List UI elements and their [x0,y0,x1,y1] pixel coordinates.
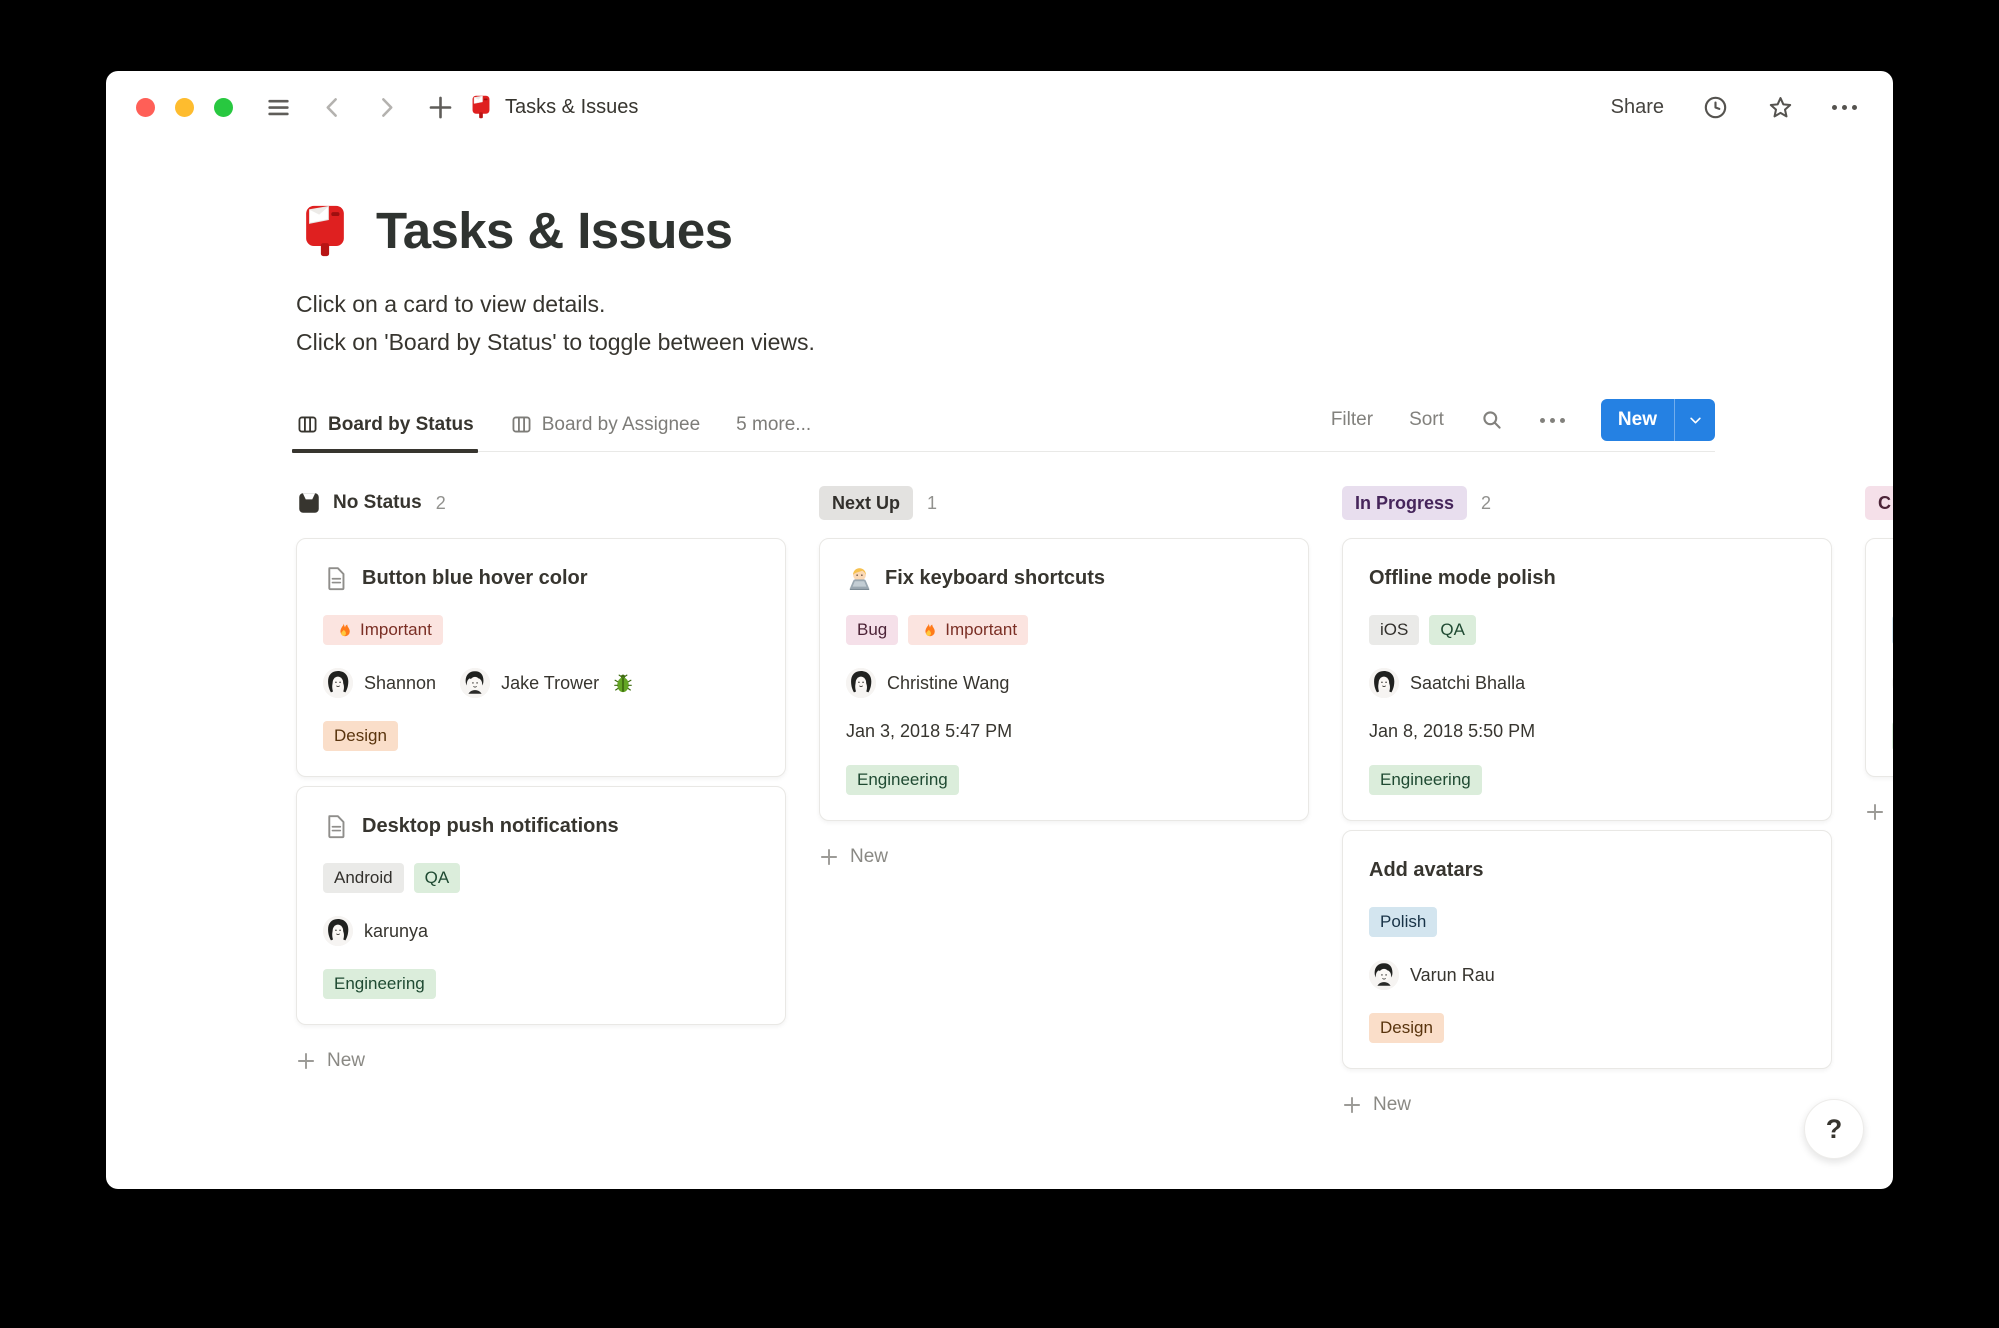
search-icon[interactable] [1480,408,1504,432]
page-icon [323,565,350,592]
tag-important[interactable]: Important [323,615,443,645]
more-options-icon[interactable] [1832,104,1857,110]
assignee[interactable]: Jake Trower [460,668,634,698]
no-status-icon [296,490,322,516]
board-icon [296,413,319,436]
tag-ios[interactable]: iOS [1369,615,1420,645]
column-count: 1 [927,492,938,513]
traffic-lights [136,97,233,117]
share-button[interactable]: Share [1611,96,1664,119]
task-card[interactable]: Add avatars Polish Varun Rau Design [1342,830,1832,1069]
column-header[interactable]: No Status 2 [296,485,786,521]
notion-window: Tasks & Issues Share Tasks & Issues Clic… [106,71,1893,1189]
sort-button[interactable]: Sort [1409,409,1444,431]
window-zoom-button[interactable] [214,97,233,117]
postbox-icon[interactable] [296,202,354,260]
task-card[interactable]: Desktop push notifications Android QA ka… [296,786,786,1025]
fire-icon [919,621,938,640]
beetle-icon [612,672,634,694]
tag-design[interactable]: Design [323,721,398,751]
column-header[interactable]: Next Up 1 [819,485,1309,521]
plus-icon [819,847,839,867]
tab-board-by-status[interactable]: Board by Status [292,413,478,453]
breadcrumb[interactable]: Tasks & Issues [468,94,638,120]
task-card[interactable]: Fix keyboard shortcuts Bug Important Chr… [819,538,1309,821]
page-description: Click on a card to view details. Click o… [296,285,1715,361]
assignee[interactable]: Varun Rau [1369,960,1495,990]
favorite-star-icon[interactable] [1767,94,1794,121]
avatar [460,668,491,698]
add-card-button[interactable] [1865,802,1893,822]
tag-qa[interactable]: QA [1429,615,1476,645]
column-header[interactable]: In Progress 2 [1342,485,1832,521]
tag-important[interactable]: Important [908,615,1029,645]
tag-engineering[interactable]: Engineering [1369,765,1482,795]
filter-button[interactable]: Filter [1331,409,1373,431]
technologist-icon [846,565,873,592]
avatar [1369,960,1399,990]
plus-icon [1342,1095,1362,1115]
tag-qa[interactable]: QA [413,863,461,893]
page-title: Tasks & Issues [376,202,733,259]
tag-bug[interactable]: Bug [846,615,899,645]
nav-forward-icon[interactable] [373,94,400,121]
plus-icon [296,1051,316,1071]
description-line: Click on 'Board by Status' to toggle bet… [296,329,815,355]
new-button[interactable]: New [1600,399,1715,441]
help-button[interactable]: ? [1804,1099,1864,1159]
task-card[interactable]: Button blue hover color Important Shanno… [296,538,786,777]
column-header[interactable]: C [1865,485,1893,521]
assignee[interactable]: Saatchi Bhalla [1369,668,1525,698]
column-count: 2 [435,492,446,513]
board-icon [510,413,533,436]
plus-icon [1865,802,1885,822]
view-options-icon[interactable] [1539,417,1565,423]
assignee[interactable] [1892,668,1893,698]
tag[interactable]: E [1892,721,1893,751]
column-no-status: No Status 2 Button blue hover color Impo… [296,485,786,1072]
nav-back-icon[interactable] [319,94,346,121]
column-next-up: Next Up 1 Fix keyboard shortcuts Bug Imp… [819,485,1309,868]
updates-clock-icon[interactable] [1702,94,1729,121]
tab-board-by-assignee[interactable]: Board by Assignee [510,413,700,451]
avatar [323,916,353,946]
avatar [846,668,876,698]
due-date: Jan 3, 2018 5:47 PM [846,721,1013,741]
avatar [1892,668,1893,698]
window-close-button[interactable] [136,97,155,117]
avatar [1369,668,1399,698]
fire-icon [334,621,353,640]
tag-design[interactable]: Design [1369,1013,1444,1043]
add-card-button[interactable]: New [819,846,1309,868]
column-clipped: C Re P E [1865,485,1893,822]
new-tab-plus-icon[interactable] [427,94,454,121]
tab-more-views[interactable]: 5 more... [736,414,811,451]
add-card-button[interactable]: New [296,1050,786,1072]
kanban-board: No Status 2 Button blue hover color Impo… [106,485,1893,1116]
postbox-icon [468,94,494,120]
window-minimize-button[interactable] [175,97,194,117]
column-in-progress: In Progress 2 Offline mode polish iOS QA… [1342,485,1832,1116]
assignee[interactable]: Shannon [323,668,436,698]
task-card[interactable]: Offline mode polish iOS QA Saatchi Bhall… [1342,538,1832,821]
tag-android[interactable]: Android [323,863,404,893]
assignee[interactable]: Christine Wang [846,668,1009,698]
description-line: Click on a card to view details. [296,291,606,317]
add-card-button[interactable]: New [1342,1094,1832,1116]
avatar [323,668,353,698]
window-title: Tasks & Issues [505,95,639,118]
window-titlebar: Tasks & Issues Share [106,71,1893,143]
page-icon [323,813,350,840]
due-date: Jan 8, 2018 5:50 PM [1369,721,1536,741]
chevron-down-icon[interactable] [1675,399,1715,441]
tag[interactable]: P [1892,615,1893,645]
column-count: 2 [1481,492,1492,513]
tag-engineering[interactable]: Engineering [846,765,959,795]
sidebar-toggle-icon[interactable] [265,94,292,121]
tag-polish[interactable]: Polish [1369,907,1438,937]
tag-engineering[interactable]: Engineering [323,969,436,999]
assignee[interactable]: karunya [323,916,428,946]
task-card[interactable]: Re P E [1865,538,1893,777]
